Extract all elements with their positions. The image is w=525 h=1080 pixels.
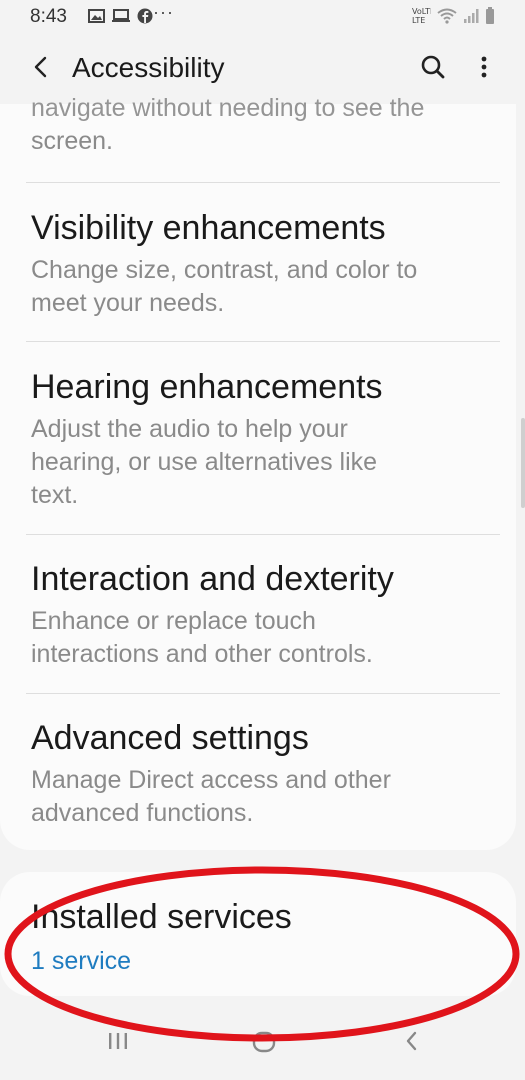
wifi-icon <box>437 8 457 24</box>
app-bar: Accessibility <box>0 34 525 104</box>
system-status-icons: VoLTE LTE <box>411 6 495 26</box>
divider <box>26 693 500 694</box>
item-description-line: Adjust the audio to help your <box>31 415 348 443</box>
menu-item-interaction-and-dexterity[interactable]: Interaction and dexterity Enhance or rep… <box>31 559 501 671</box>
laptop-icon <box>112 9 130 22</box>
installed-services-title: Installed services <box>31 898 292 936</box>
item-title: Visibility enhancements <box>31 209 386 247</box>
home-icon <box>252 1031 276 1053</box>
navigation-bar <box>0 1000 525 1080</box>
back-nav-button[interactable] <box>400 1030 424 1057</box>
back-nav-icon <box>406 1031 417 1051</box>
gallery-icon <box>88 9 105 23</box>
item-description-line: Change size, contrast, and color to <box>31 256 418 284</box>
menu-item-advanced-settings[interactable]: Advanced settings Manage Direct access a… <box>31 718 501 830</box>
back-button[interactable] <box>26 52 56 82</box>
more-options-button[interactable] <box>470 52 498 82</box>
chevron-left-icon <box>34 56 47 78</box>
scrollbar[interactable] <box>521 418 525 508</box>
home-button[interactable] <box>250 1030 278 1059</box>
accessibility-menu-card: navigate without needing to see the scre… <box>0 98 516 850</box>
battery-icon <box>486 7 494 24</box>
svg-text:LTE: LTE <box>412 16 425 25</box>
status-bar: 8:43 ··· VoLTE LTE <box>0 0 525 34</box>
list-item-partial[interactable]: navigate without needing to see the scre… <box>31 98 501 160</box>
search-button[interactable] <box>418 52 448 82</box>
facebook-icon <box>137 8 153 24</box>
page-title: Accessibility <box>72 52 225 83</box>
menu-item-hearing-enhancements[interactable]: Hearing enhancements Adjust the audio to… <box>31 367 501 512</box>
item-description-line: navigate without needing to see the <box>31 98 425 122</box>
menu-item-visibility-enhancements[interactable]: Visibility enhancements Change size, con… <box>31 208 501 320</box>
item-description-line: interactions and other controls. <box>31 640 373 668</box>
divider <box>26 341 500 342</box>
more-notifications-icon: ··· <box>153 2 174 22</box>
item-description-line: hearing, or use alternatives like <box>31 448 378 476</box>
installed-services-card[interactable]: Installed services 1 service <box>0 872 516 996</box>
item-description-line: advanced functions. <box>31 799 254 827</box>
signal-icon <box>464 9 479 23</box>
item-description-line: Enhance or replace touch <box>31 607 316 635</box>
installed-services-count: 1 service <box>31 947 132 975</box>
item-description-line: screen. <box>31 127 113 155</box>
recents-button[interactable] <box>106 1030 130 1057</box>
item-description-line: Manage Direct access and other <box>31 766 391 794</box>
volte-icon: VoLTE LTE <box>412 7 431 25</box>
item-title: Hearing enhancements <box>31 368 383 406</box>
volte-label: VoLTE <box>412 7 431 16</box>
notification-icons <box>88 8 153 24</box>
more-vert-icon <box>481 56 487 78</box>
item-description-line: text. <box>31 481 79 509</box>
search-icon <box>421 55 445 79</box>
recents-icon <box>109 1033 127 1049</box>
item-description-line: meet your needs. <box>31 289 225 317</box>
divider <box>26 182 500 183</box>
item-title: Interaction and dexterity <box>31 560 394 598</box>
divider <box>26 534 500 535</box>
item-title: Advanced settings <box>31 719 309 757</box>
status-time: 8:43 <box>30 6 67 27</box>
